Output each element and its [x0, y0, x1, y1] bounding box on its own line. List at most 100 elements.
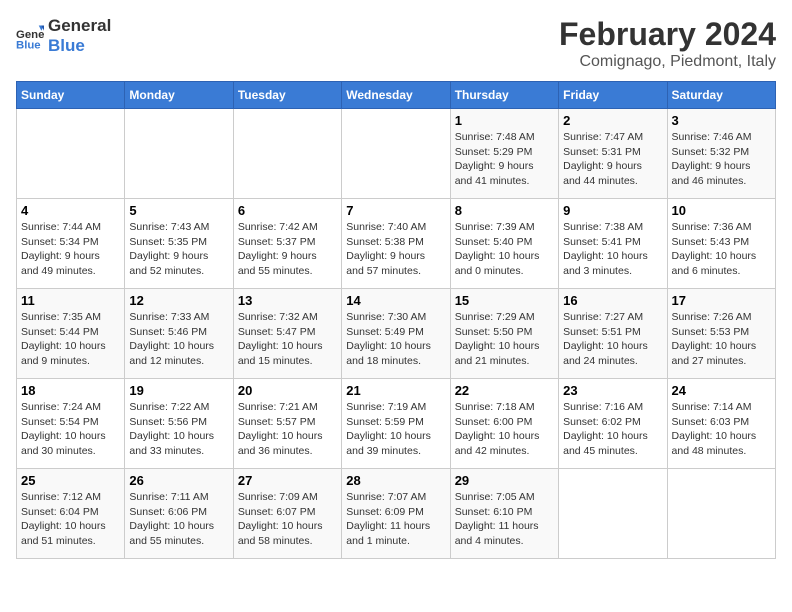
day-info: Sunrise: 7:26 AM Sunset: 5:53 PM Dayligh… [672, 310, 771, 369]
calendar-cell: 3 Sunrise: 7:46 AM Sunset: 5:32 PM Daylig… [667, 109, 775, 199]
calendar-week-row: 4Sunrise: 7:44 AM Sunset: 5:34 PM Daylig… [17, 199, 776, 289]
day-info: Sunrise: 7:32 AM Sunset: 5:47 PM Dayligh… [238, 310, 337, 369]
day-info: Sunrise: 7:09 AM Sunset: 6:07 PM Dayligh… [238, 490, 337, 549]
page-header: General Blue General Blue February 2024 … [16, 16, 776, 71]
calendar-cell: 13 Sunrise: 7:32 AM Sunset: 5:47 PM Dayli… [233, 289, 341, 379]
day-info: Sunrise: 7:33 AM Sunset: 5:46 PM Dayligh… [129, 310, 228, 369]
calendar-cell: 29 Sunrise: 7:05 AM Sunset: 6:10 PM Dayli… [450, 469, 558, 559]
day-info: Sunrise: 7:19 AM Sunset: 5:59 PM Dayligh… [346, 400, 445, 459]
generalblue-logo-icon: General Blue [16, 22, 44, 50]
day-number: 3 [672, 113, 771, 128]
day-number: 6 [238, 203, 337, 218]
calendar-cell: 5 Sunrise: 7:43 AM Sunset: 5:35 PM Daylig… [125, 199, 233, 289]
calendar-cell: 8 Sunrise: 7:39 AM Sunset: 5:40 PM Daylig… [450, 199, 558, 289]
day-number: 9 [563, 203, 662, 218]
calendar-cell: 12 Sunrise: 7:33 AM Sunset: 5:46 PM Dayli… [125, 289, 233, 379]
calendar-cell: 6Sunrise: 7:42 AM Sunset: 5:37 PM Daylig… [233, 199, 341, 289]
calendar-cell: 27Sunrise: 7:09 AM Sunset: 6:07 PM Dayli… [233, 469, 341, 559]
calendar-cell: 19 Sunrise: 7:22 AM Sunset: 5:56 PM Dayli… [125, 379, 233, 469]
day-number: 13 [238, 293, 337, 308]
day-number: 22 [455, 383, 554, 398]
day-number: 5 [129, 203, 228, 218]
day-number: 11 [21, 293, 120, 308]
day-number: 8 [455, 203, 554, 218]
day-number: 7 [346, 203, 445, 218]
calendar-cell: 10Sunrise: 7:36 AM Sunset: 5:43 PM Dayli… [667, 199, 775, 289]
calendar-week-row: 18 Sunrise: 7:24 AM Sunset: 5:54 PM Dayli… [17, 379, 776, 469]
weekday-header-friday: Friday [559, 82, 667, 109]
weekday-header-thursday: Thursday [450, 82, 558, 109]
calendar-cell: 4Sunrise: 7:44 AM Sunset: 5:34 PM Daylig… [17, 199, 125, 289]
day-number: 20 [238, 383, 337, 398]
calendar-subtitle: Comignago, Piedmont, Italy [559, 53, 776, 71]
day-number: 1 [455, 113, 554, 128]
calendar-week-row: 1Sunrise: 7:48 AM Sunset: 5:29 PM Daylig… [17, 109, 776, 199]
weekday-header-row: SundayMondayTuesdayWednesdayThursdayFrid… [17, 82, 776, 109]
calendar-week-row: 11 Sunrise: 7:35 AM Sunset: 5:44 PM Dayli… [17, 289, 776, 379]
day-number: 21 [346, 383, 445, 398]
calendar-cell [342, 109, 450, 199]
calendar-cell [125, 109, 233, 199]
day-info: Sunrise: 7:30 AM Sunset: 5:49 PM Dayligh… [346, 310, 445, 369]
day-info: Sunrise: 7:39 AM Sunset: 5:40 PM Dayligh… [455, 220, 554, 279]
day-number: 25 [21, 473, 120, 488]
calendar-cell: 17 Sunrise: 7:26 AM Sunset: 5:53 PM Dayli… [667, 289, 775, 379]
day-info: Sunrise: 7:21 AM Sunset: 5:57 PM Dayligh… [238, 400, 337, 459]
day-info: Sunrise: 7:43 AM Sunset: 5:35 PM Dayligh… [129, 220, 228, 279]
day-number: 23 [563, 383, 662, 398]
day-number: 14 [346, 293, 445, 308]
day-info: Sunrise: 7:05 AM Sunset: 6:10 PM Dayligh… [455, 490, 554, 549]
day-number: 2 [563, 113, 662, 128]
day-info: Sunrise: 7:16 AM Sunset: 6:02 PM Dayligh… [563, 400, 662, 459]
day-number: 18 [21, 383, 120, 398]
calendar-cell: 14 Sunrise: 7:30 AM Sunset: 5:49 PM Dayli… [342, 289, 450, 379]
day-number: 19 [129, 383, 228, 398]
calendar-cell: 28Sunrise: 7:07 AM Sunset: 6:09 PM Dayli… [342, 469, 450, 559]
day-info: Sunrise: 7:35 AM Sunset: 5:44 PM Dayligh… [21, 310, 120, 369]
day-number: 12 [129, 293, 228, 308]
calendar-cell: 24Sunrise: 7:14 AM Sunset: 6:03 PM Dayli… [667, 379, 775, 469]
day-info: Sunrise: 7:22 AM Sunset: 5:56 PM Dayligh… [129, 400, 228, 459]
calendar-cell: 1Sunrise: 7:48 AM Sunset: 5:29 PM Daylig… [450, 109, 558, 199]
day-info: Sunrise: 7:27 AM Sunset: 5:51 PM Dayligh… [563, 310, 662, 369]
day-info: Sunrise: 7:46 AM Sunset: 5:32 PM Dayligh… [672, 130, 771, 189]
weekday-header-sunday: Sunday [17, 82, 125, 109]
calendar-cell: 18 Sunrise: 7:24 AM Sunset: 5:54 PM Dayli… [17, 379, 125, 469]
calendar-cell: 9Sunrise: 7:38 AM Sunset: 5:41 PM Daylig… [559, 199, 667, 289]
day-number: 17 [672, 293, 771, 308]
day-number: 4 [21, 203, 120, 218]
calendar-cell [667, 469, 775, 559]
weekday-header-tuesday: Tuesday [233, 82, 341, 109]
day-info: Sunrise: 7:18 AM Sunset: 6:00 PM Dayligh… [455, 400, 554, 459]
weekday-header-saturday: Saturday [667, 82, 775, 109]
day-info: Sunrise: 7:29 AM Sunset: 5:50 PM Dayligh… [455, 310, 554, 369]
calendar-cell: 21 Sunrise: 7:19 AM Sunset: 5:59 PM Dayli… [342, 379, 450, 469]
calendar-cell [233, 109, 341, 199]
calendar-main-title: February 2024 [559, 16, 776, 53]
weekday-header-wednesday: Wednesday [342, 82, 450, 109]
calendar-cell: 16 Sunrise: 7:27 AM Sunset: 5:51 PM Dayli… [559, 289, 667, 379]
calendar-week-row: 25 Sunrise: 7:12 AM Sunset: 6:04 PM Dayli… [17, 469, 776, 559]
calendar-cell: 20 Sunrise: 7:21 AM Sunset: 5:57 PM Dayli… [233, 379, 341, 469]
weekday-header-monday: Monday [125, 82, 233, 109]
day-info: Sunrise: 7:47 AM Sunset: 5:31 PM Dayligh… [563, 130, 662, 189]
day-number: 16 [563, 293, 662, 308]
day-number: 10 [672, 203, 771, 218]
logo-general-text: General [48, 16, 111, 35]
logo: General Blue General Blue [16, 16, 111, 56]
day-info: Sunrise: 7:24 AM Sunset: 5:54 PM Dayligh… [21, 400, 120, 459]
day-number: 15 [455, 293, 554, 308]
calendar-cell [17, 109, 125, 199]
day-info: Sunrise: 7:07 AM Sunset: 6:09 PM Dayligh… [346, 490, 445, 549]
day-number: 29 [455, 473, 554, 488]
calendar-cell: 7Sunrise: 7:40 AM Sunset: 5:38 PM Daylig… [342, 199, 450, 289]
day-info: Sunrise: 7:11 AM Sunset: 6:06 PM Dayligh… [129, 490, 228, 549]
day-info: Sunrise: 7:12 AM Sunset: 6:04 PM Dayligh… [21, 490, 120, 549]
calendar-table: SundayMondayTuesdayWednesdayThursdayFrid… [16, 81, 776, 559]
day-number: 24 [672, 383, 771, 398]
calendar-title-area: February 2024 Comignago, Piedmont, Italy [559, 16, 776, 71]
calendar-cell: 22 Sunrise: 7:18 AM Sunset: 6:00 PM Dayli… [450, 379, 558, 469]
calendar-cell: 25 Sunrise: 7:12 AM Sunset: 6:04 PM Dayli… [17, 469, 125, 559]
calendar-cell: 26Sunrise: 7:11 AM Sunset: 6:06 PM Dayli… [125, 469, 233, 559]
calendar-cell: 15 Sunrise: 7:29 AM Sunset: 5:50 PM Dayli… [450, 289, 558, 379]
